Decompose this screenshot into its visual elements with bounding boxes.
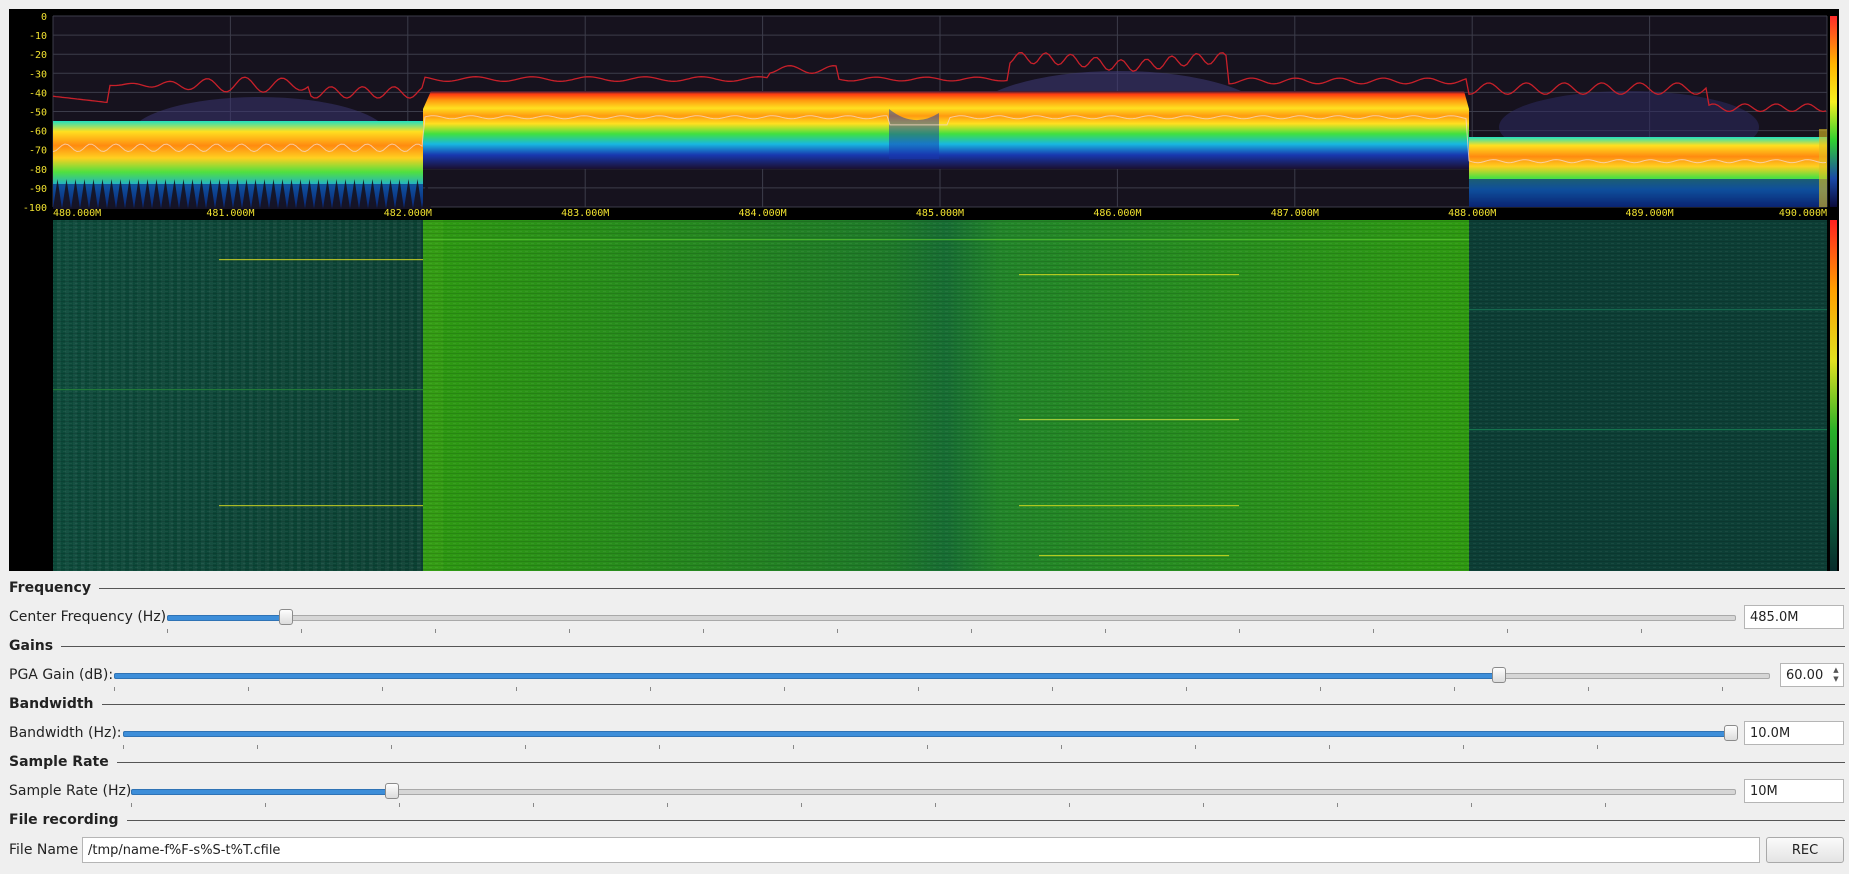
slider-handle[interactable] [385,783,399,799]
waterfall-line [1469,309,1827,311]
y-tick-label: -80 [29,165,47,176]
y-tick-label: -10 [29,31,47,42]
section-title: Frequency [9,580,91,596]
file-name-input[interactable]: /tmp/name-f%F-s%S-t%T.cfile [82,837,1760,863]
slider-fill [123,731,1732,737]
bandwidth-slider[interactable] [123,725,1738,749]
waterfall-line [219,505,423,507]
section-divider [116,761,1845,763]
waterfall-display [53,220,1837,571]
slider-ticks [167,629,1736,633]
x-tick-label: 488.000M [1448,208,1496,219]
section-divider [101,703,1845,705]
sample-rate-slider[interactable] [131,783,1736,807]
slider-ticks [131,803,1736,807]
x-tick-label: 482.000M [384,208,432,219]
pga-gain-label: PGA Gain (dB): [9,667,114,683]
waterfall-line [1469,429,1827,431]
waterfall-line [1019,505,1239,507]
y-tick-label: -60 [29,127,47,138]
waterfall-colorbar [1830,220,1837,571]
bandwidth-row: Bandwidth (Hz): 10.0M [9,719,1844,749]
file-name-label: File Name [9,842,79,858]
frequency-section-header: Frequency [9,578,1845,598]
center-frequency-input[interactable]: 485.0M [1744,605,1844,629]
x-tick-label: 485.000M [916,208,964,219]
file-recording-section-header: File recording [9,810,1845,830]
x-tick-label: 481.000M [206,208,254,219]
slider-groove [167,615,1736,621]
sample-rate-section-header: Sample Rate [9,752,1845,772]
rec-button[interactable]: REC [1766,837,1844,863]
waterfall-line [423,239,1469,241]
x-tick-label: 490.000M [1779,208,1827,219]
section-title: File recording [9,812,119,828]
sample-rate-input[interactable]: 10M [1744,779,1844,803]
y-tick-label: 0 [41,12,47,23]
center-frequency-label: Center Frequency (Hz) [9,609,167,625]
bandwidth-label: Bandwidth (Hz): [9,725,122,741]
pga-gain-spinbox[interactable]: 60.00 ▲ ▼ [1780,663,1844,687]
bandwidth-section-header: Bandwidth [9,694,1845,714]
spectrum-svg: 0 -10 -20 -30 -40 -50 -60 -70 -80 -90 -100 480.000… [23,12,1837,571]
x-tick-label: 487.000M [1271,208,1319,219]
section-title: Bandwidth [9,696,94,712]
bandwidth-input[interactable]: 10.0M [1744,721,1844,745]
slider-ticks [123,745,1730,749]
waterfall-line [219,259,423,261]
slider-fill [114,673,1501,679]
section-title: Gains [9,638,54,654]
y-axis-labels: 0 -10 -20 -30 -40 -50 -60 -70 -80 -90 -100 [23,12,47,214]
x-tick-label: 480.000M [53,208,101,219]
slider-handle[interactable] [1724,725,1738,741]
slider-fill [131,789,393,795]
pga-gain-value: 60.00 [1786,667,1824,683]
center-frequency-slider[interactable] [167,609,1736,633]
sample-rate-label: Sample Rate (Hz) [9,783,132,799]
waterfall-line [1039,555,1229,557]
spin-arrows-icon[interactable]: ▲ ▼ [1831,666,1841,684]
file-name-row: File Name /tmp/name-f%F-s%S-t%T.cfile RE… [9,836,1844,864]
slider-ticks [114,687,1770,691]
spectrum-colorbar [1830,16,1837,207]
y-tick-label: -90 [29,184,47,195]
center-frequency-row: Center Frequency (Hz) 485.0M [9,603,1844,633]
y-tick-label: -30 [29,69,47,80]
spectrum-display[interactable]: 0 -10 -20 -30 -40 -50 -60 -70 -80 -90 -100 480.000… [9,9,1839,571]
x-axis-labels: 480.000M 481.000M 482.000M 483.000M 484.000M… [53,208,1827,219]
section-divider [126,819,1845,821]
x-tick-label: 486.000M [1093,208,1141,219]
slider-handle[interactable] [278,609,293,625]
pga-gain-slider[interactable] [114,667,1770,691]
x-tick-label: 483.000M [561,208,609,219]
x-tick-label: 489.000M [1626,208,1674,219]
y-tick-label: -100 [23,203,47,214]
x-tick-label: 484.000M [739,208,787,219]
slider-handle[interactable] [1492,667,1507,683]
section-divider [61,645,1845,647]
section-divider [98,587,1845,589]
slider-fill [167,615,287,621]
waterfall-line [1019,274,1239,276]
gains-section-header: Gains [9,636,1845,656]
section-title: Sample Rate [9,754,109,770]
waterfall-line [1019,419,1239,421]
waterfall-line [53,389,423,391]
y-tick-label: -20 [29,50,47,61]
y-tick-label: -50 [29,108,47,119]
pga-gain-row: PGA Gain (dB): 60.00 ▲ ▼ [9,661,1844,691]
y-tick-label: -70 [29,146,47,157]
y-tick-label: -40 [29,88,47,99]
sample-rate-row: Sample Rate (Hz) 10M [9,777,1844,807]
